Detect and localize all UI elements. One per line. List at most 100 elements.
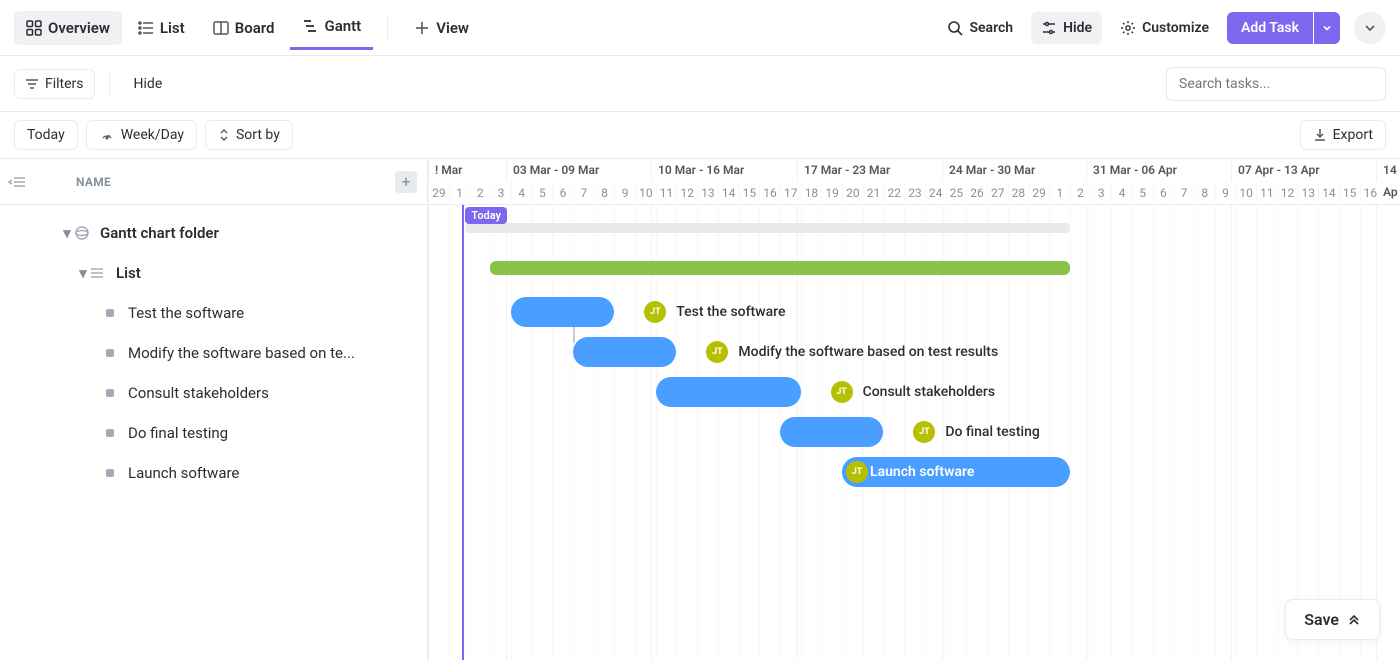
day-label: 2 (1070, 181, 1091, 205)
day-label: 14 (718, 181, 739, 205)
task-status-icon (106, 309, 114, 317)
zoom-button[interactable]: Week/Day (86, 120, 197, 150)
gantt-bar[interactable] (511, 297, 615, 327)
sort-label: Sort by (236, 127, 280, 143)
day-label: 14 (1318, 181, 1339, 205)
day-label: 22 (883, 181, 904, 205)
tree-task[interactable]: Consult stakeholders (0, 373, 427, 413)
tab-board[interactable]: Board (201, 11, 287, 45)
search-button[interactable]: Search (937, 12, 1023, 44)
day-label: 27 (987, 181, 1008, 205)
zoom-icon (99, 128, 115, 142)
add-task-label: Add Task (1241, 20, 1299, 36)
day-label: 3 (1090, 181, 1111, 205)
day-label: 8 (594, 181, 615, 205)
list-label: List (116, 264, 141, 282)
avatar: JT (706, 341, 728, 363)
tab-label: View (436, 19, 469, 37)
customize-button[interactable]: Customize (1110, 12, 1219, 44)
top-nav: Overview List Board Gantt View Search Hi… (0, 0, 1400, 56)
tab-label: Board (235, 19, 275, 37)
tree-task[interactable]: Do final testing (0, 413, 427, 453)
tab-list[interactable]: List (126, 11, 197, 45)
today-button[interactable]: Today (14, 120, 78, 150)
task-label: Modify the software based on te... (128, 344, 355, 362)
gantt-bar[interactable] (573, 337, 677, 367)
task-label: Test the software (128, 304, 244, 322)
search-input[interactable] (1166, 67, 1386, 101)
caret-down-icon[interactable]: ▾ (76, 264, 90, 282)
separator (387, 16, 388, 40)
tab-overview[interactable]: Overview (14, 11, 122, 45)
add-column-button[interactable]: + (395, 171, 417, 193)
more-menu-button[interactable] (1354, 12, 1386, 44)
gantt-bar[interactable] (656, 377, 801, 407)
export-button[interactable]: Export (1300, 120, 1386, 150)
tab-label: Gantt (324, 17, 361, 35)
gantt-icon (302, 18, 318, 34)
bar-label-group: JTModify the software based on test resu… (706, 341, 998, 363)
filter-icon (25, 77, 39, 91)
filters-button[interactable]: Filters (14, 69, 95, 99)
tree-folder[interactable]: ▾ Gantt chart folder (0, 213, 427, 253)
day-label: 2 (469, 181, 490, 205)
sliders-icon (1041, 20, 1057, 36)
day-label: 6 (552, 181, 573, 205)
add-task-dropdown[interactable] (1314, 12, 1340, 44)
board-icon (213, 20, 229, 36)
search-icon (947, 20, 963, 36)
avatar: JT (831, 381, 853, 403)
day-label: 13 (1297, 181, 1318, 205)
task-sidebar: NAME + ▾ Gantt chart folder ▾ List Test … (0, 158, 428, 660)
save-button[interactable]: Save (1285, 599, 1380, 640)
add-task-button[interactable]: Add Task (1227, 12, 1313, 44)
overview-icon (26, 20, 42, 36)
day-label: 9 (1215, 181, 1236, 205)
task-label: Consult stakeholders (128, 384, 269, 402)
gantt-timeline[interactable]: ! Mar03 Mar - 09 Mar10 Mar - 16 Mar17 Ma… (428, 158, 1400, 660)
gantt-control-bar: Today Week/Day Sort by Export (0, 112, 1400, 158)
task-status-icon (106, 429, 114, 437)
day-label: 29 (1028, 181, 1049, 205)
hide-toggle[interactable]: Hide (124, 70, 173, 98)
caret-down-icon[interactable]: ▾ (60, 224, 74, 242)
day-label: 12 (1277, 181, 1298, 205)
day-label: 13 (697, 181, 718, 205)
day-label: 28 (1008, 181, 1029, 205)
hide-button[interactable]: Hide (1031, 12, 1102, 44)
hide-label: Hide (1063, 20, 1092, 36)
customize-label: Customize (1142, 20, 1209, 36)
day-label: 23 (904, 181, 925, 205)
name-column-header: NAME (76, 175, 111, 189)
day-label: 12 (676, 181, 697, 205)
tree-list[interactable]: ▾ List (0, 253, 427, 293)
export-label: Export (1333, 127, 1373, 143)
bar-label: Test the software (676, 304, 785, 320)
bar-label: Launch software (870, 464, 974, 480)
tree-task[interactable]: Launch software (0, 453, 427, 493)
day-label: 5 (532, 181, 553, 205)
week-label: 17 Mar - 23 Mar (797, 159, 890, 181)
week-label: 03 Mar - 09 Mar (506, 159, 599, 181)
gantt-bar[interactable]: JTLaunch software (842, 457, 1070, 487)
gantt-bar[interactable] (780, 417, 884, 447)
folder-label: Gantt chart folder (100, 224, 219, 242)
collapse-sidebar-icon[interactable] (8, 175, 26, 189)
tab-add-view[interactable]: View (402, 11, 481, 45)
day-label: 16 (759, 181, 780, 205)
tree-task[interactable]: Test the software (0, 293, 427, 333)
task-label: Launch software (128, 464, 239, 482)
day-label: 8 (1194, 181, 1215, 205)
day-label: 7 (1173, 181, 1194, 205)
summary-bar[interactable] (490, 261, 1070, 275)
tree-task[interactable]: Modify the software based on te... (0, 333, 427, 373)
avatar: JT (913, 421, 935, 443)
separator (109, 70, 110, 98)
filters-label: Filters (45, 76, 84, 92)
tab-gantt[interactable]: Gantt (290, 5, 373, 50)
list-icon (138, 20, 154, 36)
sort-button[interactable]: Sort by (205, 120, 293, 150)
week-label: ! Mar (428, 159, 462, 181)
gear-icon (1120, 20, 1136, 36)
summary-bar-bg (465, 223, 1069, 233)
